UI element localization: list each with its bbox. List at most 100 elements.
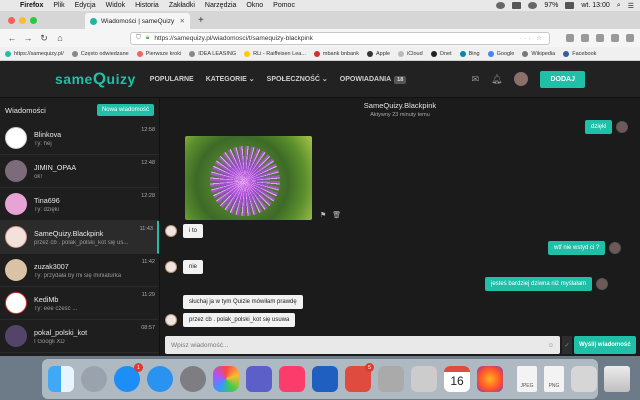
wifi-icon[interactable] [528, 2, 538, 9]
bookmark-item[interactable]: Apple [367, 50, 390, 57]
tracking-shield-icon[interactable]: ⛉ [136, 34, 141, 42]
new-message-button[interactable]: Nowa wiadomość [96, 104, 154, 116]
bookmark-item[interactable]: iCloud [398, 50, 423, 57]
message-input[interactable]: Wpisz wiadomość... ☺ [165, 336, 560, 354]
jpeg-file-icon[interactable]: JPEG [517, 366, 537, 392]
photo-browser-icon[interactable] [411, 366, 437, 392]
extension-icon[interactable] [596, 34, 604, 42]
message-outgoing: dzięki [585, 120, 629, 134]
menu-historia[interactable]: Historia [135, 2, 159, 9]
menubar-clock[interactable]: wt. 13:00 [581, 2, 609, 9]
bookmark-item[interactable]: Wikipedia [522, 50, 555, 57]
menu-okno[interactable]: Okno [246, 2, 263, 9]
bookmark-item[interactable]: mbank bnbank [313, 50, 359, 57]
conversation-item[interactable]: KediMb Ty: eee cześć ... 11:29 [0, 287, 159, 320]
music-icon[interactable] [279, 366, 305, 392]
conversation-time: 11:43 [139, 226, 153, 232]
messages-icon[interactable]: ✉ [472, 74, 480, 85]
close-window-icon[interactable] [8, 17, 15, 24]
bell-icon[interactable]: 🔔︎ [491, 74, 502, 85]
menu-edycja[interactable]: Edycja [75, 2, 96, 9]
downloads-folder-icon[interactable] [571, 366, 597, 392]
launchpad-icon[interactable] [81, 366, 107, 392]
conversation-name: KediMb [34, 294, 59, 304]
menu-zakladki[interactable]: Zakładki [169, 2, 195, 9]
bookmark-item[interactable]: Onet [430, 50, 452, 57]
forward-arrow-icon[interactable]: → [22, 33, 34, 43]
conversation-name: JIMIN_OPAA [34, 162, 77, 172]
menu-pomoc[interactable]: Pomoc [273, 2, 295, 9]
bookmark-item[interactable]: Pierwsze kroki [136, 50, 181, 57]
minimize-window-icon[interactable] [19, 17, 26, 24]
close-tab-icon[interactable]: ✕ [180, 17, 185, 25]
app-store-icon[interactable]: 1 [114, 363, 143, 392]
nav-popularne[interactable]: POPULARNE [150, 76, 194, 83]
image-capture-icon[interactable] [378, 366, 404, 392]
bookmark-item[interactable]: RLi - Raiffeisen Lea... [244, 50, 306, 57]
menu-list-icon[interactable]: ☰ [628, 2, 634, 10]
word-icon[interactable] [312, 366, 338, 392]
preview-icon[interactable]: 5 [345, 363, 374, 392]
system-preferences-icon[interactable] [180, 366, 206, 392]
finder-icon[interactable] [48, 366, 74, 392]
nav-kategorie[interactable]: KATEGORIE ⌄ [206, 75, 255, 83]
conversation-item[interactable]: Tina696 Ty: dzięki 12:28 [0, 188, 159, 221]
teams-icon[interactable] [246, 366, 272, 392]
bookmark-item[interactable]: Google [487, 50, 514, 57]
user-avatar[interactable] [514, 72, 529, 86]
teams-status-icon[interactable] [512, 2, 522, 9]
menu-app-firefox[interactable]: Firefox [20, 2, 43, 9]
chevron-down-icon: ⌄ [321, 76, 328, 83]
safari-icon[interactable] [147, 366, 173, 392]
conversation-item[interactable]: Blinkova Ty: hej 12:58 [0, 122, 159, 155]
reload-icon[interactable]: ↻ [38, 33, 50, 44]
image-message[interactable] [185, 136, 312, 220]
message-bubble: dzięki [585, 120, 613, 134]
bookmark-item[interactable]: Facebook [563, 50, 596, 57]
browser-tab-active[interactable]: Wiadomości | sameQuizy ✕ [85, 13, 190, 29]
page-actions-icon[interactable]: ··· ☆ [520, 34, 544, 42]
avatar [5, 259, 27, 281]
battery-icon[interactable] [565, 2, 575, 9]
library-icon[interactable] [566, 34, 574, 42]
bookmark-item[interactable]: https://samequizy.pl/ [5, 50, 64, 57]
address-bar[interactable]: ⛉ 🔒︎ https://samequizy.pl/wiadomosci/t/s… [130, 31, 550, 45]
emoji-icon[interactable]: ☺ [547, 342, 554, 349]
lock-icon[interactable]: 🔒︎ [146, 34, 149, 42]
menu-narzedzia[interactable]: Narzędzia [205, 2, 237, 9]
message-bubble: nie [183, 260, 204, 274]
zoom-window-icon[interactable] [30, 17, 37, 24]
conversation-item[interactable]: JIMIN_OPAA ok! 12:48 [0, 155, 159, 188]
calendar-icon[interactable]: 16 [444, 366, 470, 392]
home-icon[interactable]: ⌂ [54, 33, 66, 43]
send-message-button[interactable]: Wyślij wiadomość [574, 336, 636, 354]
hamburger-menu-icon[interactable] [626, 34, 634, 42]
bookmark-item[interactable]: Często odwiedzane [71, 50, 129, 57]
firefox-icon[interactable] [477, 366, 503, 392]
add-button[interactable]: DODAJ [540, 70, 585, 88]
report-flag-icon[interactable]: ⚑ [320, 211, 326, 219]
conversation-item[interactable]: zuzak3007 Ty: przydała by mi się miniatur… [0, 254, 159, 287]
search-icon[interactable]: ⌕ [617, 2, 621, 10]
menu-widok[interactable]: Widok [106, 2, 125, 9]
account-icon[interactable] [611, 34, 619, 42]
photos-icon[interactable] [213, 366, 239, 392]
bookmark-item[interactable]: Bing [459, 50, 480, 57]
sidebar-icon[interactable] [581, 34, 589, 42]
checkmark-icon[interactable]: ✓ [562, 336, 572, 354]
back-arrow-icon[interactable]: ← [6, 33, 18, 43]
status-icon[interactable] [496, 2, 506, 9]
new-tab-button[interactable]: + [190, 15, 212, 29]
conversation-item[interactable]: pokal_polski_kot I Googli XD 08:57 [0, 320, 159, 353]
battery-percent[interactable]: 97% [544, 2, 558, 9]
menu-plik[interactable]: Plik [53, 2, 64, 9]
nav-spolecznosc[interactable]: SPOŁECZNOŚĆ ⌄ [267, 75, 328, 83]
conversation-item-active[interactable]: SameQuizy.Blackpink przez cb . polak_pols… [0, 221, 159, 254]
trash-icon[interactable]: 🗑︎ [332, 211, 341, 219]
bookmark-item[interactable]: IDEA LEASING [189, 50, 236, 57]
samequizy-logo[interactable]: sameQuizy [55, 69, 136, 89]
url-text[interactable]: https://samequizy.pl/wiadomosci/t/samequ… [154, 35, 312, 42]
trash-icon[interactable] [604, 366, 630, 392]
png-file-icon[interactable]: PNG [544, 366, 564, 392]
nav-opowiadania[interactable]: OPOWIADANIA 18 [340, 75, 407, 84]
